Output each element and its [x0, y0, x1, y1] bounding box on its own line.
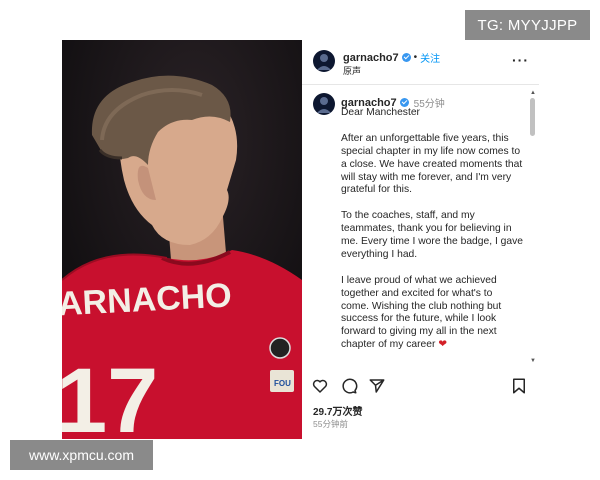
comment-icon[interactable]: [340, 377, 358, 395]
header-separator: •: [413, 52, 418, 63]
post-header: garnacho7 • 关注 原声 ···: [302, 40, 539, 85]
header-username[interactable]: garnacho7: [343, 52, 399, 64]
caption-text: Dear Manchester After an unforgettable f…: [341, 107, 523, 365]
post-panel: garnacho7 • 关注 原声 ··· garnacho7 55分钟 Dea…: [302, 40, 539, 439]
heart-emoji: ❤: [438, 339, 447, 351]
scroll-down-icon[interactable]: ▼: [530, 358, 536, 364]
caption-paragraph: After an unforgettable five years, this …: [341, 132, 523, 196]
header-avatar[interactable]: [313, 50, 335, 72]
verified-icon: [401, 53, 411, 62]
bookmark-icon[interactable]: [510, 377, 528, 395]
caption-paragraph: To the coaches, staff, and my teammates,…: [341, 210, 524, 260]
shirt-number: 17: [62, 350, 158, 439]
scroll-up-icon[interactable]: ▲: [530, 90, 536, 96]
watermark-tg: TG: MYYJJPP: [465, 10, 590, 40]
sleeve-patch-text: FOU: [274, 379, 291, 388]
send-icon[interactable]: [368, 377, 386, 395]
more-horizontal-icon[interactable]: ···: [512, 52, 529, 68]
caption-paragraph: I leave proud of what we achieved togeth…: [341, 274, 502, 351]
post-time: 55分钟前: [313, 419, 348, 429]
caption-avatar[interactable]: [313, 93, 335, 115]
action-bar: [302, 374, 539, 398]
like-count[interactable]: 29.7万次赞: [313, 403, 362, 418]
post-photo[interactable]: ARNACHO 17 FOU: [62, 40, 302, 439]
watermark-site: www.xpmcu.com: [10, 440, 153, 470]
player-illustration: ARNACHO 17 FOU: [62, 40, 302, 439]
verified-icon: [399, 98, 409, 107]
header-user-line: garnacho7 • 关注: [343, 50, 440, 66]
scroll-thumb[interactable]: [530, 98, 535, 136]
caption-area: garnacho7 55分钟 Dear Manchester After an …: [302, 85, 539, 365]
caption-paragraph: Dear Manchester: [341, 107, 420, 118]
sleeve-badge: [269, 337, 291, 359]
caption-scrollbar[interactable]: ▲ ▼: [530, 90, 536, 364]
heart-icon[interactable]: [311, 377, 329, 395]
header-audio-label[interactable]: 原声: [343, 64, 361, 77]
follow-button[interactable]: 关注: [420, 50, 440, 65]
